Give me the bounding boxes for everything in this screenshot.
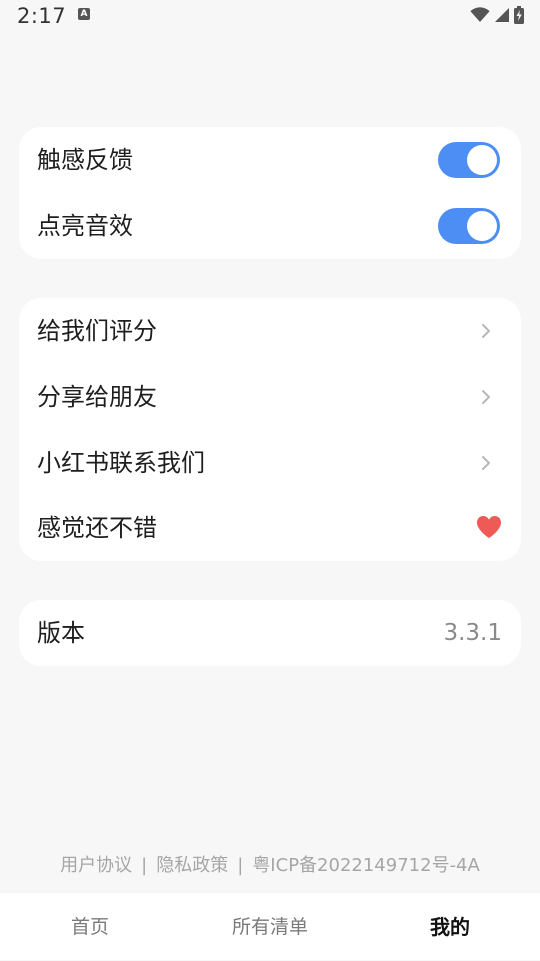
version-row: 版本 3.3.1 [19,600,521,666]
links-card: 给我们评分 分享给朋友 小红书联系我们 感觉还不错 [19,298,521,561]
version-value: 3.3.1 [443,620,502,646]
status-bar: 2:17 A [0,0,540,32]
user-agreement-link[interactable]: 用户协议 [60,855,132,876]
chevron-right-icon [482,390,490,404]
tab-home[interactable]: 首页 [0,893,180,960]
icp-record-link[interactable]: 粤ICP备2022149712号-4A [252,855,480,876]
version-card: 版本 3.3.1 [19,600,521,666]
tab-all-lists[interactable]: 所有清单 [180,893,360,960]
chevron-right-icon [482,456,490,470]
sound-effect-row[interactable]: 点亮音效 [19,193,521,259]
footer-separator: | [237,855,244,876]
feel-good-label: 感觉还不错 [37,514,157,542]
wifi-icon [470,7,490,22]
feel-good-row[interactable]: 感觉还不错 [19,495,521,561]
sound-effect-toggle[interactable] [438,208,500,244]
notification-app-icon: A [78,8,90,20]
heart-icon[interactable] [476,515,502,539]
status-icons [470,6,524,24]
version-label: 版本 [37,619,85,647]
footer-links: 用户协议 | 隐私政策 | 粤ICP备2022149712号-4A [0,851,540,877]
sound-effect-label: 点亮音效 [37,212,133,240]
chevron-right-icon [482,324,490,338]
footer-separator: | [141,855,148,876]
toggle-knob [467,211,497,241]
status-time: 2:17 [17,4,67,28]
xiaohongshu-contact-label: 小红书联系我们 [37,449,205,477]
rate-us-label: 给我们评分 [37,317,157,345]
xiaohongshu-contact-row[interactable]: 小红书联系我们 [19,430,521,496]
haptic-feedback-row[interactable]: 触感反馈 [19,127,521,193]
battery-charging-icon [514,6,524,24]
signal-icon [495,8,509,22]
toggles-card: 触感反馈 点亮音效 [19,127,521,259]
tab-mine[interactable]: 我的 [360,893,540,960]
rate-us-row[interactable]: 给我们评分 [19,298,521,364]
toggle-knob [467,145,497,175]
haptic-feedback-toggle[interactable] [438,142,500,178]
share-friends-row[interactable]: 分享给朋友 [19,364,521,430]
haptic-feedback-label: 触感反馈 [37,146,133,174]
share-friends-label: 分享给朋友 [37,383,157,411]
privacy-policy-link[interactable]: 隐私政策 [156,855,228,876]
bottom-tab-bar: 首页 所有清单 我的 [0,893,540,960]
